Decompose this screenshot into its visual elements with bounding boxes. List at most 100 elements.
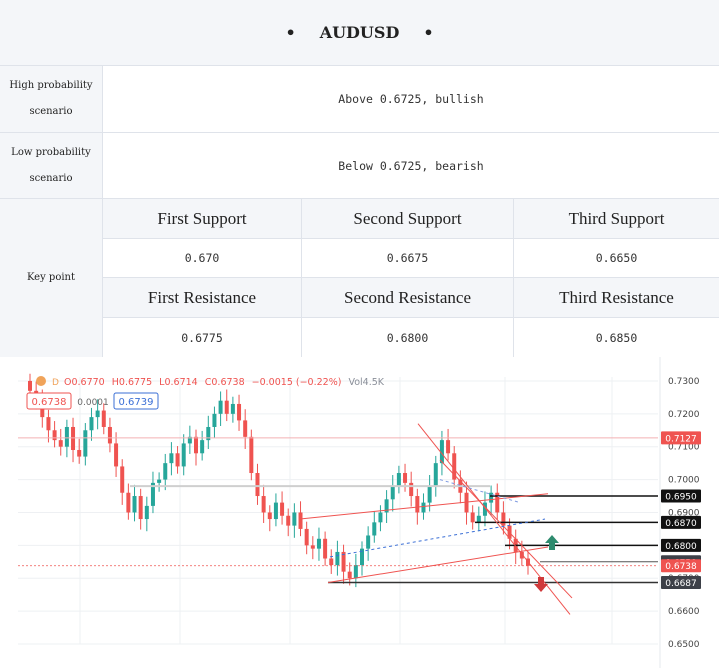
price-tag-label: 0.6800	[665, 542, 697, 552]
candle-body	[194, 436, 198, 454]
ohlc-readout: O0.6770 H0.6775 L0.6714 C0.6738 −0.0015 …	[64, 377, 385, 388]
candle-body	[329, 558, 334, 566]
resistance-values: 0.6775 0.6800 0.6850	[103, 318, 719, 357]
candle-body	[126, 492, 131, 513]
candle-body	[46, 417, 51, 431]
ohlc-low: L0.6714	[159, 377, 198, 388]
chart-svg[interactable]: 0.73000.72000.71000.70000.69000.68000.67…	[0, 357, 719, 668]
first-support-header: First Support	[103, 199, 302, 238]
third-resistance-value: 0.6850	[595, 330, 638, 345]
candle-body	[378, 512, 383, 523]
first-resistance-value: 0.6775	[103, 318, 302, 357]
price-tag-label: 0.7127	[665, 434, 697, 444]
candle-body	[304, 528, 309, 546]
first-resistance-header: First Resistance	[103, 278, 302, 317]
candle-body	[470, 512, 475, 523]
third-support-value: 0.6650	[595, 251, 638, 265]
y-tick-label: 0.6500	[668, 640, 700, 650]
candle-body	[409, 482, 414, 497]
candle-body	[175, 453, 180, 467]
candle-body	[323, 538, 328, 559]
candle-body	[138, 496, 143, 520]
candle-body	[58, 440, 63, 447]
candle-body	[255, 473, 260, 497]
candle-body	[286, 515, 291, 526]
candle-body	[415, 496, 420, 513]
audusd-candlestick-chart[interactable]: 0.73000.72000.71000.70000.69000.68000.67…	[0, 357, 719, 668]
resistance-headers: First Resistance Second Resistance Third…	[103, 278, 719, 318]
candle-body	[114, 443, 119, 467]
candle-body	[446, 440, 451, 454]
price-tag: 0.6800	[661, 538, 701, 552]
second-resistance-header: Second Resistance	[302, 278, 514, 317]
candle-body	[163, 463, 168, 480]
candle-body	[107, 426, 112, 444]
spread-value: 0.0001	[77, 398, 109, 408]
timeframe-dot-icon: D	[52, 378, 59, 388]
second-resistance-value: 0.6800	[302, 318, 514, 357]
price-tag-label: 0.6687	[665, 579, 697, 589]
support-headers: First Support Second Support Third Suppo…	[103, 199, 719, 239]
second-support-header: Second Support	[302, 199, 514, 238]
candle-body	[224, 400, 229, 414]
candle-body	[310, 545, 315, 549]
candle-body	[335, 551, 340, 566]
candle-body	[403, 473, 408, 483]
ohlc-change: −0.0015 (−0.22%)	[252, 377, 342, 388]
candle-body	[372, 522, 377, 536]
candle-body	[427, 486, 432, 503]
candle-body	[218, 400, 223, 414]
third-resistance-header: Third Resistance	[514, 278, 719, 317]
candle-body	[243, 420, 248, 437]
candle-body	[353, 565, 358, 579]
candle-body	[230, 403, 235, 414]
candle-body	[476, 515, 481, 523]
price-tag-label: 0.6738	[665, 562, 697, 572]
candle-body	[28, 380, 32, 391]
candle-body	[64, 426, 69, 447]
candle-body	[267, 512, 272, 520]
candle-body	[169, 453, 174, 464]
report-title-bar: • AUDUSD •	[0, 0, 719, 66]
candle-body	[144, 505, 149, 520]
candle-body	[71, 426, 76, 450]
candle-body	[421, 502, 426, 513]
support-values: 0.670 0.6675 0.6650	[103, 239, 719, 278]
candle-body	[316, 538, 321, 549]
bearish-candle	[249, 429, 254, 481]
price-tag: 0.6950	[661, 489, 701, 503]
ohlc-volume: Vol4.5K	[348, 377, 384, 388]
high-probability-row: High probability scenario Above 0.6725, …	[0, 66, 719, 133]
high-probability-value: Above 0.6725, bullish	[338, 92, 484, 106]
high-probability-label: High probability scenario	[0, 66, 103, 132]
ohlc-high: H0.6775	[112, 377, 152, 388]
third-support-header: Third Support	[514, 199, 719, 238]
candle-body	[298, 512, 303, 529]
ohlc-open: O0.6770	[64, 377, 105, 388]
low-probability-label: Low probability scenario	[0, 133, 103, 198]
candle-body	[52, 430, 57, 441]
ohlc-close: C0.6738	[205, 377, 245, 388]
candle-body	[212, 413, 217, 427]
low-probability-row: Low probability scenario Below 0.6725, b…	[0, 133, 719, 199]
candle-body	[77, 449, 82, 457]
candle-body	[101, 410, 106, 427]
candle-body	[157, 479, 162, 483]
candle-body	[433, 463, 438, 487]
candle-body	[120, 466, 125, 493]
y-tick-label: 0.7000	[668, 476, 700, 486]
candle-body	[132, 496, 137, 513]
candle-body	[261, 496, 266, 513]
candle-body	[390, 486, 395, 500]
price-tag: 0.7127	[661, 431, 701, 445]
candle-body	[501, 512, 506, 526]
first-support-value: 0.670	[103, 239, 302, 277]
title-bullet-left: •	[285, 23, 296, 42]
candle-body	[249, 436, 254, 474]
low-probability-value: Below 0.6725, bearish	[338, 158, 484, 173]
page-title: AUDUSD	[319, 23, 400, 42]
key-point-row: Key point First Support Second Support T…	[0, 199, 719, 357]
candle-body	[89, 417, 94, 431]
candle-body	[181, 443, 186, 467]
ask-price: 0.6739	[119, 397, 154, 408]
